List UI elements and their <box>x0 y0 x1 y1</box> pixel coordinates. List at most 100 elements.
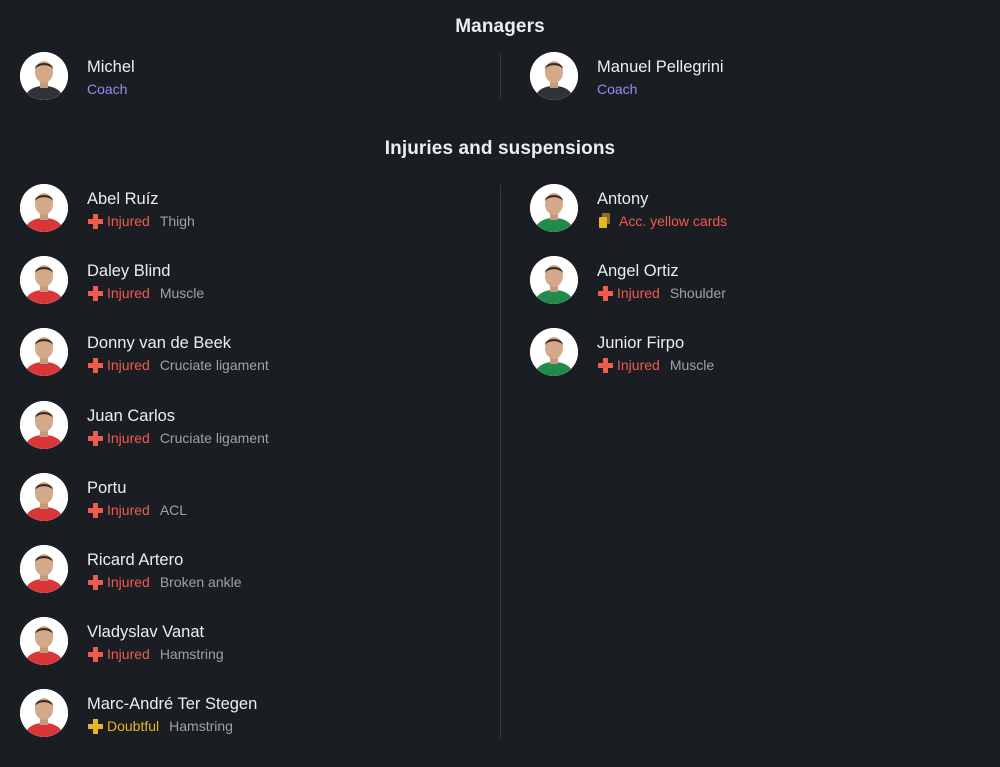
manager-avatar <box>20 52 68 100</box>
plus-icon <box>597 357 613 374</box>
player-avatar <box>20 472 68 521</box>
status-label: Injured <box>107 213 150 229</box>
player-status: Injured ACL <box>87 499 187 521</box>
plus-icon <box>87 213 103 229</box>
status-label: Injured <box>617 357 660 374</box>
player-avatar <box>20 617 68 666</box>
player-row[interactable]: Donny van de Beek Injured Cruciate ligamen… <box>20 328 500 400</box>
home-injuries-list: Abel Ruíz Injured Thigh Daley Blind Injured M… <box>20 184 500 762</box>
away-manager-row[interactable]: Manuel Pellegrini Coach <box>530 52 1000 124</box>
home-manager-row[interactable]: Michel Coach <box>20 52 500 124</box>
player-photo-icon <box>20 52 68 100</box>
player-row[interactable]: Antony Acc. yellow cards <box>530 184 1000 256</box>
managers-heading: Managers <box>455 16 545 37</box>
player-avatar <box>530 184 578 232</box>
player-name: Angel Ortiz <box>597 262 679 281</box>
yellow-cards-icon <box>597 213 613 229</box>
injuries-divider <box>500 185 501 738</box>
status-label: Injured <box>107 429 150 446</box>
manager-name: Manuel Pellegrini <box>597 58 724 76</box>
plus-icon <box>87 502 103 518</box>
player-status: Injured Shoulder <box>597 282 726 304</box>
player-status: Injured Hamstring <box>87 643 224 665</box>
player-status: Injured Cruciate ligament <box>87 427 269 449</box>
manager-name: Michel <box>87 58 135 76</box>
injuries-heading: Injuries and suspensions <box>384 138 616 159</box>
player-status: Injured Cruciate ligament <box>87 354 269 376</box>
player-avatar <box>20 328 68 377</box>
away-manager-column: Manuel Pellegrini Coach <box>530 52 1000 124</box>
injury-reason: Broken ankle <box>159 573 242 590</box>
player-photo-icon <box>20 472 68 521</box>
injury-reason: Shoulder <box>669 285 726 302</box>
player-row[interactable]: Daley Blind Injured Muscle <box>20 256 500 328</box>
player-photo-icon <box>20 617 68 666</box>
status-label: Injured <box>107 646 150 663</box>
player-photo-icon <box>530 52 578 100</box>
player-row[interactable]: Juan Carlos Injured Cruciate ligament <box>20 400 500 473</box>
manager-role: Coach <box>87 81 128 97</box>
player-name: Daley Blind <box>87 262 171 281</box>
player-photo-icon <box>20 689 68 738</box>
player-row[interactable]: Portu Injured ACL <box>20 472 500 545</box>
player-photo-icon <box>20 400 68 449</box>
status-label: Injured <box>107 573 150 590</box>
away-injuries-list: Antony Acc. yellow cards Angel Ortiz Injure… <box>530 184 1000 401</box>
player-avatar <box>530 256 578 305</box>
injury-reason: Hamstring <box>169 718 233 735</box>
player-status: Injured Thigh <box>87 210 195 232</box>
plus-icon <box>597 285 613 302</box>
player-photo-icon <box>530 256 578 305</box>
player-row[interactable]: Angel Ortiz Injured Shoulder <box>530 256 1000 328</box>
player-row[interactable]: Vladyslav Vanat Injured Hamstring <box>20 617 500 689</box>
player-avatar <box>20 544 68 593</box>
player-name: Antony <box>597 190 649 208</box>
player-row[interactable]: Abel Ruíz Injured Thigh <box>20 184 500 256</box>
player-avatar <box>530 328 578 377</box>
injury-reason: Muscle <box>669 357 715 374</box>
plus-icon <box>87 646 103 663</box>
status-label: Doubtful <box>107 718 160 735</box>
status-label: Injured <box>107 357 150 374</box>
player-photo-icon <box>530 184 578 232</box>
player-name: Marc-André Ter Stegen <box>87 695 258 714</box>
player-photo-icon <box>20 328 68 377</box>
player-name: Donny van de Beek <box>87 334 232 353</box>
player-avatar <box>20 689 68 738</box>
player-status: Injured Broken ankle <box>87 571 242 593</box>
manager-avatar <box>530 52 578 100</box>
injury-reason: Thigh <box>159 213 195 229</box>
player-row[interactable]: Junior Firpo Injured Muscle <box>530 328 1000 400</box>
managers-divider <box>500 54 501 98</box>
player-photo-icon <box>20 256 68 305</box>
injury-reason: ACL <box>159 501 188 518</box>
player-status: Doubtful Hamstring <box>87 715 257 737</box>
player-name: Junior Firpo <box>597 334 685 353</box>
player-status: Injured Muscle <box>597 354 714 376</box>
player-status: Injured Muscle <box>87 282 204 304</box>
player-row[interactable]: Ricard Artero Injured Broken ankle <box>20 544 500 617</box>
plus-icon <box>87 718 103 735</box>
player-photo-icon <box>20 544 68 593</box>
injury-reason: Cruciate ligament <box>159 357 269 374</box>
status-label: Injured <box>107 501 150 518</box>
player-avatar <box>20 400 68 449</box>
player-photo-icon <box>530 328 578 377</box>
injury-reason: Muscle <box>159 285 205 302</box>
injury-reason: Hamstring <box>159 646 224 663</box>
player-name: Portu <box>87 478 127 497</box>
player-name: Juan Carlos <box>87 406 176 425</box>
player-row[interactable]: Marc-André Ter Stegen Doubtful Hamstring <box>20 689 500 761</box>
plus-icon <box>87 285 103 302</box>
manager-role: Coach <box>597 81 638 97</box>
injury-reason: Cruciate ligament <box>159 429 269 446</box>
status-label: Injured <box>107 285 150 302</box>
status-label: Injured <box>617 285 660 302</box>
player-avatar <box>20 184 68 232</box>
plus-icon <box>87 430 103 446</box>
player-name: Vladyslav Vanat <box>87 623 205 642</box>
player-photo-icon <box>20 184 68 232</box>
plus-icon <box>87 357 103 374</box>
player-avatar <box>20 256 68 305</box>
player-name: Ricard Artero <box>87 550 184 569</box>
